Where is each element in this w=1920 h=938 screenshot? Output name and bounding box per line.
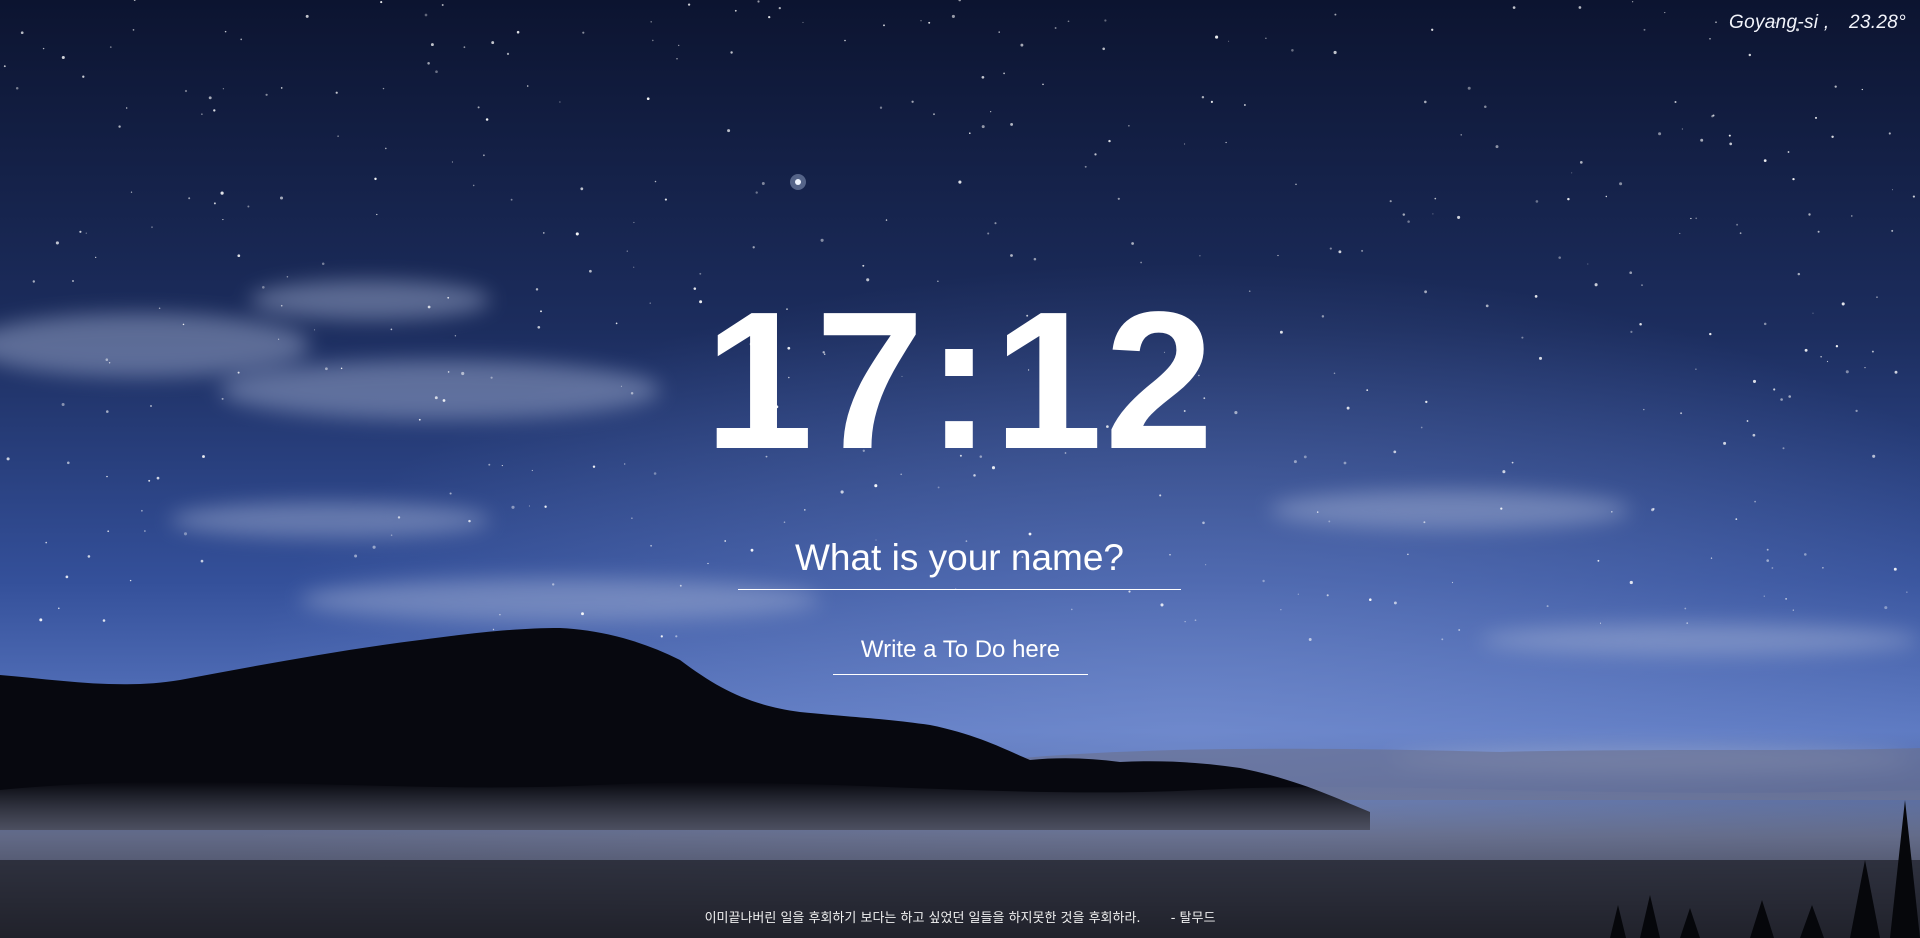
- quote-text: 이미끝나버린 일을 후회하기 보다는 하고 싶었던 일들을 하지못한 것을 후회…: [704, 911, 1141, 926]
- clock: 17:12: [704, 271, 1216, 490]
- quote-author: - 탈무드: [1170, 911, 1216, 926]
- weather-display: Goyang-si , 23.28°: [1729, 12, 1906, 34]
- weather-temperature: 23.28°: [1849, 12, 1906, 33]
- quote: 이미끝나버린 일을 후회하기 보다는 하고 싶었던 일들을 하지못한 것을 후회…: [0, 907, 1920, 926]
- name-form: [738, 537, 1181, 590]
- todo-input[interactable]: [833, 636, 1088, 675]
- name-input[interactable]: [738, 537, 1181, 590]
- weather-location: Goyang-si ,: [1729, 12, 1830, 33]
- todo-form: [833, 636, 1088, 675]
